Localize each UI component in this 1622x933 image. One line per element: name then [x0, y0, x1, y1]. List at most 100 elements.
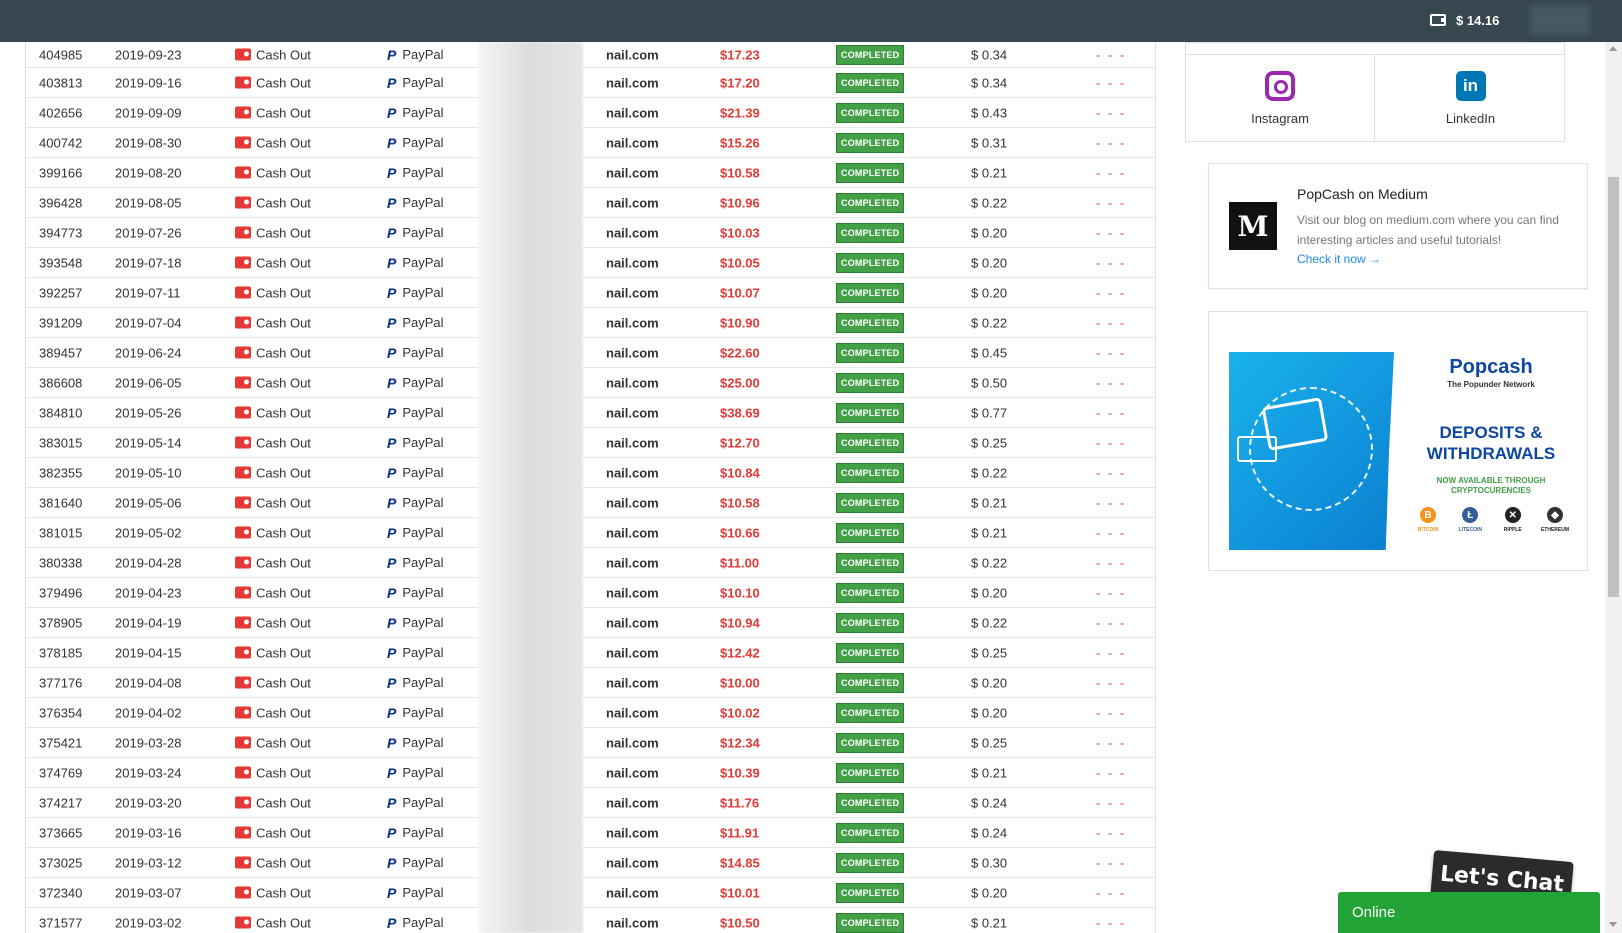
- cash-out-icon: [235, 766, 251, 779]
- cell-id: 380338: [39, 555, 83, 570]
- cash-out-icon: [235, 436, 251, 449]
- cell-id: 374217: [39, 795, 83, 810]
- paypal-icon: P: [387, 644, 397, 661]
- cell-amount: $10.58: [720, 495, 760, 510]
- cell-email: nail.com: [606, 675, 659, 690]
- medium-check-link[interactable]: Check it now →: [1297, 252, 1381, 266]
- table-row: 374217 2019-03-20 Cash Out P PayPal nail.…: [26, 788, 1155, 818]
- wallet-balance[interactable]: $ 14.16: [1430, 10, 1499, 30]
- scroll-up-arrow-icon[interactable]: [1609, 46, 1617, 51]
- table-row: 375421 2019-03-28 Cash Out P PayPal nail.…: [26, 728, 1155, 758]
- table-row: 396428 2019-08-05 Cash Out P PayPal nail.…: [26, 188, 1155, 218]
- cell-id: 383015: [39, 435, 83, 450]
- type-label: Cash Out: [256, 825, 311, 840]
- linkedin-link[interactable]: in LinkedIn: [1376, 55, 1565, 141]
- paypal-icon: P: [387, 494, 397, 511]
- crypto-promo-banner[interactable]: Popcash The Popunder Network DEPOSITS & …: [1208, 311, 1588, 571]
- method-label: PayPal: [402, 75, 444, 90]
- cell-note: - - -: [1096, 435, 1127, 450]
- cash-out-icon: [235, 676, 251, 689]
- paypal-icon: P: [387, 524, 397, 541]
- page-scrollbar[interactable]: [1605, 42, 1622, 933]
- paypal-icon: P: [387, 704, 397, 721]
- cell-id: 379496: [39, 585, 83, 600]
- cash-out-icon: [235, 346, 251, 359]
- instagram-icon: [1265, 70, 1295, 101]
- method-label: PayPal: [402, 225, 444, 240]
- paypal-icon: P: [387, 404, 397, 421]
- type-label: Cash Out: [256, 735, 311, 750]
- cell-date: 2019-09-23: [115, 47, 182, 62]
- cell-email: nail.com: [606, 195, 659, 210]
- status-badge: COMPLETED: [836, 762, 905, 783]
- cell-method: P PayPal: [387, 825, 444, 841]
- table-row: 377176 2019-04-08 Cash Out P PayPal nail.…: [26, 668, 1155, 698]
- status-badge: COMPLETED: [836, 44, 905, 65]
- cell-id: 382355: [39, 465, 83, 480]
- status-badge: COMPLETED: [836, 222, 905, 243]
- cell-id: 404985: [39, 47, 83, 62]
- type-label: Cash Out: [256, 255, 311, 270]
- cell-note: - - -: [1096, 225, 1127, 240]
- coin-icon: Ł: [1462, 507, 1479, 523]
- cell-amount: $10.05: [720, 255, 760, 270]
- type-label: Cash Out: [256, 285, 311, 300]
- cell-amount: $12.34: [720, 735, 760, 750]
- method-label: PayPal: [402, 855, 444, 870]
- cell-amount: $10.50: [720, 915, 760, 930]
- cell-email: nail.com: [606, 435, 659, 450]
- cell-date: 2019-03-28: [115, 735, 182, 750]
- method-label: PayPal: [402, 465, 444, 480]
- coin-icon: ◆: [1546, 507, 1563, 523]
- method-label: PayPal: [402, 525, 444, 540]
- cell-amount: $10.94: [720, 615, 760, 630]
- cell-note: - - -: [1096, 135, 1127, 150]
- method-label: PayPal: [402, 135, 444, 150]
- cell-date: 2019-03-16: [115, 825, 182, 840]
- cell-email: nail.com: [606, 465, 659, 480]
- paypal-icon: P: [387, 434, 397, 451]
- coin-item: Ł LITECOIN: [1451, 507, 1489, 533]
- cell-method: P PayPal: [387, 555, 444, 571]
- type-label: Cash Out: [256, 315, 311, 330]
- paypal-icon: P: [387, 224, 397, 241]
- scroll-down-arrow-icon[interactable]: [1609, 922, 1617, 927]
- coin-icon: ✕: [1504, 507, 1521, 523]
- cash-out-icon: [235, 466, 251, 479]
- cell-email: nail.com: [606, 795, 659, 810]
- cell-method: P PayPal: [387, 465, 444, 481]
- type-label: Cash Out: [256, 105, 311, 120]
- cash-out-icon: [235, 646, 251, 659]
- social-card-top: [1186, 43, 1564, 55]
- instagram-link[interactable]: Instagram: [1186, 55, 1375, 141]
- scroll-thumb[interactable]: [1608, 177, 1619, 597]
- cell-date: 2019-05-06: [115, 495, 182, 510]
- cell-note: - - -: [1096, 525, 1127, 540]
- user-menu-redacted[interactable]: [1530, 5, 1590, 35]
- table-row: 374769 2019-03-24 Cash Out P PayPal nail.…: [26, 758, 1155, 788]
- cell-note: - - -: [1096, 885, 1127, 900]
- cell-type: Cash Out: [235, 255, 311, 270]
- cell-type: Cash Out: [235, 165, 311, 180]
- cell-note: - - -: [1096, 495, 1127, 510]
- paypal-icon: P: [387, 884, 397, 901]
- paypal-icon: P: [387, 74, 397, 91]
- table-row: 389457 2019-06-24 Cash Out P PayPal nail.…: [26, 338, 1155, 368]
- cell-date: 2019-03-02: [115, 915, 182, 930]
- cell-amount: $10.02: [720, 705, 760, 720]
- cell-id: 372340: [39, 885, 83, 900]
- type-label: Cash Out: [256, 555, 311, 570]
- table-row: 371577 2019-03-02 Cash Out P PayPal nail.…: [26, 908, 1155, 933]
- table-row: 393548 2019-07-18 Cash Out P PayPal nail.…: [26, 248, 1155, 278]
- cell-amount: $21.39: [720, 105, 760, 120]
- method-label: PayPal: [402, 735, 444, 750]
- cell-method: P PayPal: [387, 345, 444, 361]
- instagram-label: Instagram: [1251, 110, 1309, 126]
- cell-note: - - -: [1096, 255, 1127, 270]
- type-label: Cash Out: [256, 765, 311, 780]
- cell-type: Cash Out: [235, 465, 311, 480]
- table-row: 381640 2019-05-06 Cash Out P PayPal nail.…: [26, 488, 1155, 518]
- cell-amount: $10.90: [720, 315, 760, 330]
- cell-method: P PayPal: [387, 585, 444, 601]
- chat-online-bar[interactable]: Online: [1338, 892, 1600, 933]
